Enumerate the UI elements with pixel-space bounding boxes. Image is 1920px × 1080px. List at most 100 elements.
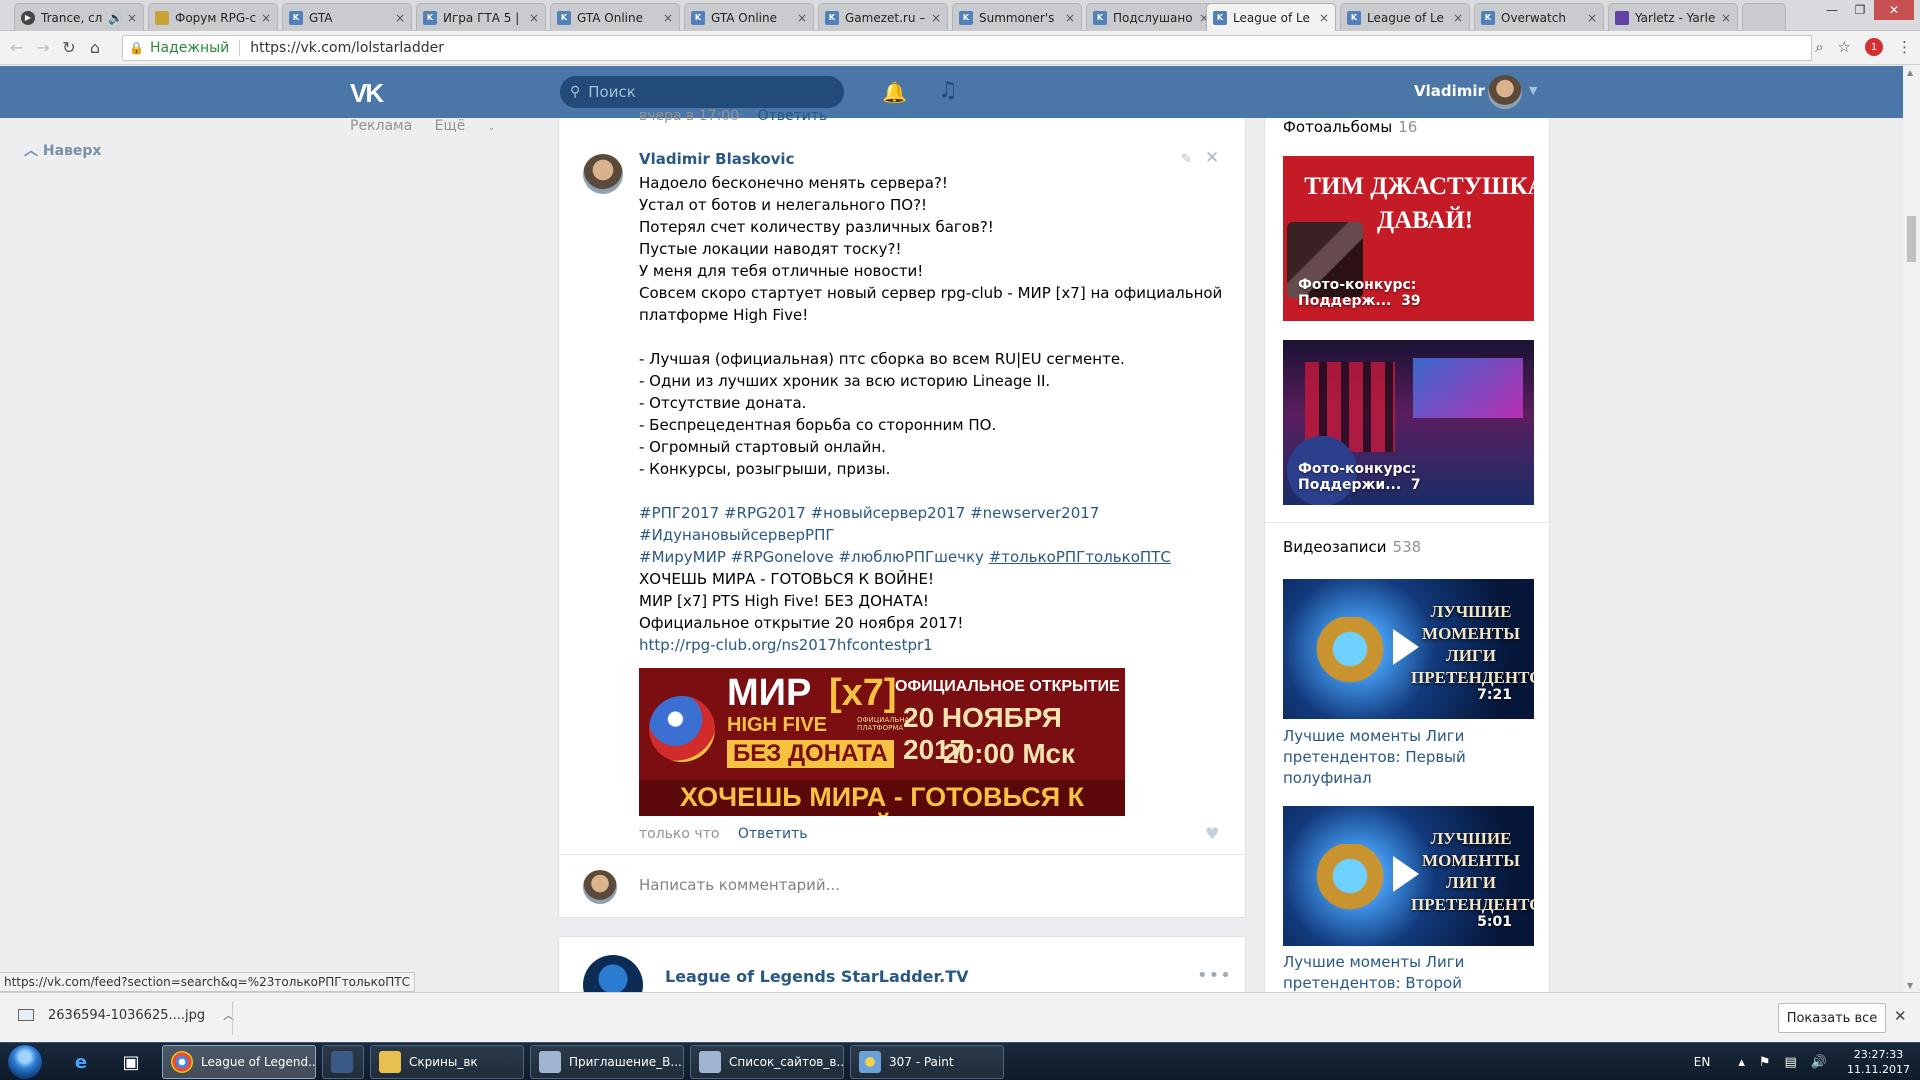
browser-tab[interactable]: Форум RPG-c × bbox=[148, 3, 278, 31]
more-options-icon[interactable]: ••• bbox=[1197, 965, 1232, 986]
hashtag-link-hovered[interactable]: #толькоРПГтолькоПТС bbox=[989, 548, 1171, 566]
scroll-down-arrow-icon[interactable]: ▼ bbox=[1907, 981, 1913, 990]
language-indicator[interactable]: EN bbox=[1694, 1055, 1711, 1069]
address-bar[interactable]: 🔒 Надежный https://vk.com/lolstarladder bbox=[122, 35, 1812, 61]
browser-tab[interactable]: K League of Le × bbox=[1340, 3, 1470, 31]
browser-tab[interactable]: K GTA Online × bbox=[684, 3, 814, 31]
close-icon[interactable]: × bbox=[261, 11, 271, 25]
chevron-down-icon[interactable]: ▼ bbox=[1529, 84, 1537, 97]
community-name[interactable]: League of Legends StarLadder.TV bbox=[665, 967, 969, 986]
network-icon[interactable]: ▤ bbox=[1785, 1055, 1797, 1070]
search-input[interactable] bbox=[588, 83, 819, 101]
video-thumbnail[interactable]: ЛУЧШИЕ МОМЕНТЫ ЛИГИ ПРЕТЕНДЕНТОВ 7:21 bbox=[1283, 579, 1534, 719]
close-icon[interactable]: × bbox=[1319, 11, 1329, 25]
scrollbar-thumb[interactable] bbox=[1907, 216, 1916, 262]
page-scrollbar[interactable]: ▲ ▼ bbox=[1903, 66, 1920, 992]
close-icon[interactable]: × bbox=[529, 11, 539, 25]
home-icon[interactable]: ⌂ bbox=[82, 38, 108, 57]
taskbar-window-button[interactable]: Скрины_вк bbox=[370, 1045, 524, 1079]
taskbar-window-button[interactable]: 307 - Paint bbox=[850, 1045, 1004, 1079]
more-link[interactable]: Ещё ⌄ bbox=[435, 118, 514, 134]
play-icon[interactable] bbox=[1393, 856, 1419, 892]
back-arrow-icon[interactable]: ← bbox=[4, 38, 30, 57]
hashtag-link[interactable]: #ИдунановыйсерверРПГ bbox=[639, 524, 1219, 546]
hashtag-link[interactable]: #МируМИР #RPGonelove #люблюРПГшечку bbox=[639, 548, 984, 566]
close-icon[interactable]: ✕ bbox=[1205, 148, 1219, 168]
folder-icon bbox=[379, 1051, 401, 1073]
ads-link[interactable]: Реклама bbox=[350, 118, 412, 134]
videos-header[interactable]: Видеозаписи 538 bbox=[1283, 538, 1421, 556]
close-icon[interactable]: × bbox=[663, 11, 673, 25]
browser-tab[interactable]: ▶ Trance, cл 🔊 × bbox=[14, 3, 144, 31]
video-title-link[interactable]: Лучшие моменты Лиги претендентов: Первый… bbox=[1283, 726, 1534, 789]
pencil-icon[interactable]: ✎ bbox=[1181, 152, 1192, 167]
minimize-icon[interactable]: — bbox=[1818, 0, 1846, 20]
photo-album-thumbnail[interactable]: ТИМ ДЖАСТУШКА ДАВАЙ! Фото-конкурс: Подде… bbox=[1283, 156, 1534, 321]
zoom-icon[interactable]: ⌕ bbox=[1815, 38, 1823, 56]
reply-link[interactable]: Ответить bbox=[758, 108, 828, 124]
browser-tab[interactable]: K Игра ГТА 5 | × bbox=[416, 3, 546, 31]
video-thumbnail[interactable]: ЛУЧШИЕ МОМЕНТЫ ЛИГИ ПРЕТЕНДЕНТОВ 5:01 bbox=[1283, 806, 1534, 946]
extension-icon[interactable]: 1 bbox=[1865, 38, 1883, 56]
taskbar-window-button[interactable] bbox=[322, 1045, 364, 1079]
flag-icon[interactable]: ⚑ bbox=[1759, 1055, 1771, 1070]
new-tab-button[interactable] bbox=[1742, 3, 1786, 31]
browser-tab[interactable]: Yarletz - Yarle × bbox=[1608, 3, 1738, 31]
close-icon[interactable]: × bbox=[127, 11, 137, 25]
chevron-up-icon[interactable]: ▴ bbox=[1738, 1055, 1745, 1070]
close-window-icon[interactable]: ✕ bbox=[1874, 0, 1914, 20]
hashtag-link[interactable]: #РПГ2017 #RPG2017 #новыйсервер2017 #news… bbox=[639, 502, 1219, 524]
browser-tab[interactable]: K Подслушано × bbox=[1086, 3, 1216, 31]
browser-tab[interactable]: K GTA Online × bbox=[550, 3, 680, 31]
volume-icon[interactable]: 🔊 bbox=[1811, 1055, 1827, 1070]
promo-banner-image[interactable]: МИР [x7] HIGH FIVE ОФИЦИАЛЬНАЯ ПЛАТФОРМА… bbox=[639, 668, 1125, 816]
close-icon[interactable]: × bbox=[1587, 11, 1597, 25]
user-name[interactable]: Vladimir bbox=[1414, 82, 1485, 100]
back-to-top-link[interactable]: ︿ Наверх bbox=[24, 140, 101, 160]
download-item[interactable]: 2636594-1036625....jpg ︿ bbox=[18, 1007, 234, 1023]
taskbar-window-button[interactable]: Приглашение_В... bbox=[530, 1045, 684, 1079]
taskbar-window-button[interactable]: Список_сайтов_в... bbox=[690, 1045, 844, 1079]
photo-album-thumbnail[interactable]: Фото-конкурс: Поддержи... 7 bbox=[1283, 340, 1534, 505]
maximize-icon[interactable]: ❐ bbox=[1846, 0, 1874, 20]
external-link[interactable]: http://rpg-club.org/ns2017hfcontestpr1 bbox=[639, 634, 1219, 656]
browser-tab[interactable]: K GTA × bbox=[282, 3, 412, 31]
browser-tab[interactable]: K Gamezet.ru – × bbox=[818, 3, 948, 31]
speaker-icon[interactable]: 🔊 bbox=[108, 11, 123, 25]
heart-icon[interactable]: ♥ bbox=[1205, 824, 1219, 843]
close-icon[interactable]: × bbox=[931, 11, 941, 25]
desktop-icon[interactable]: ▣ bbox=[112, 1047, 150, 1077]
comment-author-avatar[interactable] bbox=[583, 154, 623, 194]
close-icon[interactable]: × bbox=[797, 11, 807, 25]
clock[interactable]: 23:27:33 11.11.2017 bbox=[1847, 1047, 1910, 1077]
start-button[interactable] bbox=[8, 1045, 42, 1079]
albums-header[interactable]: Фотоальбомы 16 bbox=[1283, 118, 1417, 136]
search-box[interactable]: ⚲ bbox=[560, 76, 844, 108]
internet-explorer-icon[interactable]: e bbox=[62, 1047, 100, 1077]
comment-author[interactable]: Vladimir Blaskovic bbox=[639, 150, 794, 168]
forward-arrow-icon[interactable]: → bbox=[30, 38, 56, 57]
avatar[interactable] bbox=[1488, 75, 1522, 109]
show-all-downloads-button[interactable]: Показать все bbox=[1778, 1003, 1886, 1033]
bookmark-star-icon[interactable]: ☆ bbox=[1838, 38, 1851, 56]
taskbar-window-button[interactable]: League of Legend... bbox=[162, 1045, 316, 1079]
close-icon[interactable]: ✕ bbox=[1894, 1007, 1907, 1025]
bell-icon[interactable]: 🔔 bbox=[882, 80, 907, 104]
vk-logo[interactable]: VK bbox=[350, 78, 384, 109]
paint-icon bbox=[859, 1051, 881, 1073]
reload-icon[interactable]: ↻ bbox=[56, 38, 82, 57]
music-icon[interactable]: ♫ bbox=[938, 78, 958, 103]
close-icon[interactable]: × bbox=[1065, 11, 1075, 25]
close-icon[interactable]: × bbox=[395, 11, 405, 25]
browser-tab-active[interactable]: K League of Le × bbox=[1206, 3, 1336, 31]
browser-tab[interactable]: K Summoner's × bbox=[952, 3, 1082, 31]
close-icon[interactable]: × bbox=[1721, 11, 1731, 25]
url-text[interactable]: https://vk.com/lolstarladder bbox=[250, 40, 444, 56]
close-icon[interactable]: × bbox=[1453, 11, 1463, 25]
reply-link[interactable]: Ответить bbox=[738, 826, 808, 842]
comment-input[interactable] bbox=[639, 876, 1199, 894]
scroll-up-arrow-icon[interactable]: ▲ bbox=[1907, 68, 1913, 77]
menu-icon[interactable]: ⋮ bbox=[1897, 38, 1912, 56]
play-icon[interactable] bbox=[1393, 629, 1419, 665]
browser-tab[interactable]: K Overwatch × bbox=[1474, 3, 1604, 31]
